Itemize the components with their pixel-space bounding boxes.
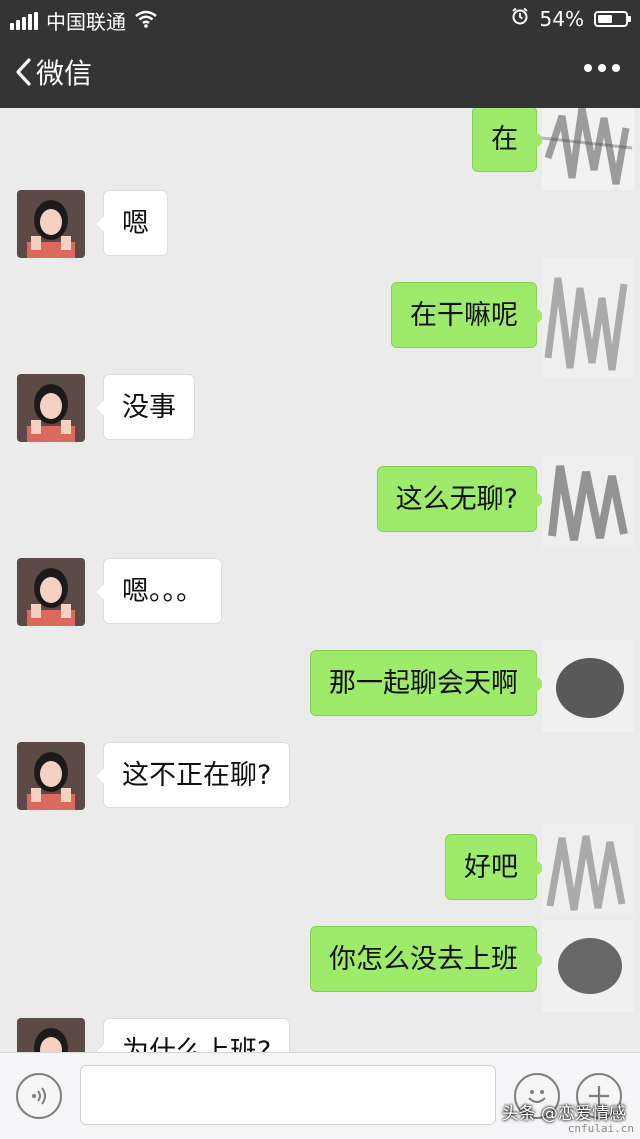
chat-area[interactable]: 在 嗯 在干嘛呢 没事 这么无聊? 嗯。。。 那一起聊会天啊 这不正在聊? 好吧… (0, 108, 640, 1052)
alarm-icon (510, 6, 530, 31)
message-input[interactable] (80, 1065, 496, 1125)
voice-icon[interactable] (16, 1073, 62, 1119)
message-bubble-incoming[interactable]: 嗯 (95, 190, 168, 256)
battery-fill (598, 14, 612, 23)
battery-icon (594, 10, 631, 27)
message-bubble-outgoing[interactable]: 好吧 (445, 834, 545, 900)
watermark-text: 头条 @恋爱情感 (501, 1104, 626, 1124)
avatar[interactable] (17, 1018, 85, 1052)
avatar[interactable] (17, 190, 85, 258)
message-bubble-outgoing[interactable]: 在 (472, 108, 545, 172)
avatar[interactable] (17, 374, 85, 442)
watermark-site: cnfulai.cn (567, 1122, 634, 1135)
message-bubble-incoming[interactable]: 为什么上班? (94, 1018, 291, 1052)
wifi-icon (134, 9, 158, 33)
redacted-avatar (542, 824, 634, 916)
back-label: 微信 (36, 57, 93, 90)
message-bubble-outgoing[interactable]: 那一起聊会天啊 (310, 650, 545, 716)
message-bubble-incoming[interactable]: 这不正在聊? (94, 742, 291, 808)
message-bubble-incoming[interactable]: 嗯。。。 (95, 558, 222, 624)
avatar[interactable] (17, 742, 85, 810)
redacted-avatar (542, 258, 634, 378)
back-button[interactable]: 微信 (14, 52, 92, 92)
message-bubble-outgoing[interactable]: 这么无聊? (376, 466, 546, 532)
redacted-avatar (542, 456, 634, 548)
signal-icon (10, 11, 38, 30)
avatar[interactable] (17, 558, 85, 626)
message-bubble-outgoing[interactable]: 你怎么没去上班 (310, 926, 545, 992)
more-dots-icon[interactable] (584, 58, 620, 78)
input-bar: 头条 @恋爱情感 (0, 1052, 640, 1139)
redacted-avatar (542, 640, 634, 732)
battery-percent: 54% (539, 6, 584, 31)
status-bar: 中国联通 54% (0, 0, 640, 36)
nav-bar: 微信 (0, 36, 640, 108)
message-bubble-incoming[interactable]: 没事 (95, 374, 195, 440)
carrier-label: 中国联通 (46, 10, 126, 34)
redacted-avatar (542, 108, 634, 190)
redacted-avatar (542, 920, 634, 1012)
message-bubble-outgoing[interactable]: 在干嘛呢 (391, 282, 545, 348)
chevron-left-icon (14, 57, 32, 87)
